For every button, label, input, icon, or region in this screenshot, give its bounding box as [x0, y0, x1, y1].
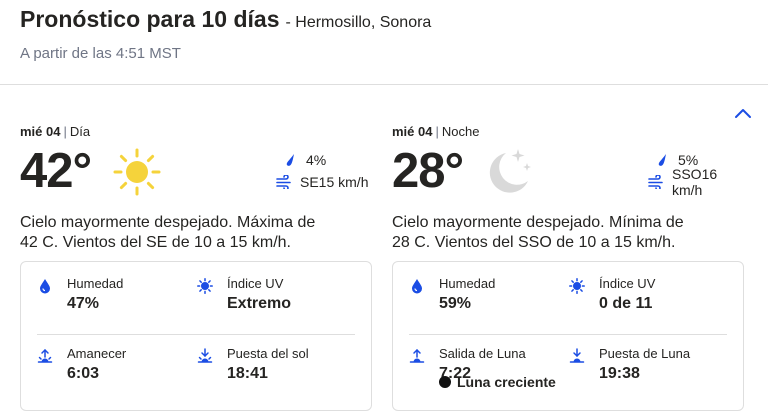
sunrise-label: Amanecer	[67, 346, 127, 361]
moon-phase-icon	[439, 376, 451, 388]
humidity-value: 47%	[67, 295, 100, 312]
sunset: Puesta del sol 18:41	[197, 346, 309, 383]
sunrise-icon	[37, 348, 53, 364]
location-label: - Hermosillo, Sonora	[285, 14, 432, 31]
humidity: Humedad 59%	[409, 276, 495, 313]
moonset-label: Puesta de Luna	[599, 346, 691, 361]
day-details-card: Humedad 47% Índice UV Extremo Amanecer 6…	[20, 261, 372, 411]
night-details-card: Humedad 59% Índice UV 0 de 11 Salida de …	[392, 261, 744, 411]
sunset-label: Puesta del sol	[227, 346, 309, 361]
forecast-description: Cielo mayormente despejado. Mínima de 28…	[392, 214, 684, 251]
moonset: Puesta de Luna 19:38	[569, 346, 690, 383]
day-forecast-panel: mié 04 | Día 42° 4% SE15 km/h Cielo mayo…	[20, 124, 372, 411]
sunrise: Amanecer 6:03	[37, 346, 126, 383]
raindrop-icon	[282, 152, 298, 168]
moonset-icon	[569, 348, 585, 364]
humidity-label: Humedad	[439, 276, 496, 291]
chevron-up-icon[interactable]	[734, 106, 752, 120]
daypart-label: mié 04 | Noche	[392, 124, 480, 139]
daypart-date: mié 04	[392, 124, 433, 139]
uv-index: Índice UV 0 de 11	[569, 276, 655, 313]
card-divider	[409, 334, 727, 335]
uv-value: 0 de 11	[599, 295, 653, 312]
precip-value: 4%	[306, 152, 327, 168]
wind: SSO16 km/h	[648, 166, 744, 198]
uv-sun-icon	[569, 278, 585, 294]
uv-label: Índice UV	[599, 276, 656, 291]
temperature: 28°	[392, 144, 464, 198]
uv-index: Índice UV Extremo	[197, 276, 291, 313]
moonrise-icon	[409, 348, 425, 364]
sunset-value: 18:41	[227, 365, 268, 382]
humidity-drop-icon	[37, 278, 53, 294]
wind-icon	[648, 174, 664, 190]
wind-icon	[276, 174, 292, 190]
uv-sun-icon	[197, 278, 213, 294]
sun-icon	[113, 148, 161, 196]
forecast-description: Cielo mayormente despejado. Máxima de 42…	[20, 214, 316, 251]
sunset-icon	[197, 348, 213, 364]
wind-value: SSO16 km/h	[672, 166, 718, 198]
humidity-drop-icon	[409, 278, 425, 294]
card-divider	[37, 334, 355, 335]
night-forecast-panel: mié 04 | Noche 28° 5% SSO16 km/h Cielo may…	[392, 124, 744, 411]
temperature: 42°	[20, 144, 92, 198]
moonset-value: 19:38	[599, 365, 640, 382]
uv-label: Índice UV	[227, 276, 284, 291]
page-title: Pronóstico para 10 días	[20, 6, 280, 32]
forecast-header: Pronóstico para 10 días - Hermosillo, So…	[20, 6, 431, 62]
updated-timestamp: A partir de las 4:51 MST	[20, 45, 181, 62]
moon-phase: Luna creciente	[439, 374, 556, 390]
moon-phase-label: Luna creciente	[457, 374, 556, 390]
wind: SE15 km/h	[276, 171, 372, 193]
wind-value: SE15 km/h	[300, 174, 369, 190]
daypart-date: mié 04	[20, 124, 61, 139]
header-divider	[0, 84, 768, 85]
humidity-value: 59%	[439, 295, 472, 312]
precip-wind-stats: 4% SE15 km/h	[276, 149, 372, 193]
moonrise-label: Salida de Luna	[439, 346, 526, 361]
moon-stars-icon	[489, 149, 531, 193]
uv-value: Extremo	[227, 295, 292, 312]
humidity: Humedad 47%	[37, 276, 123, 313]
precip-chance: 4%	[276, 149, 372, 171]
sunrise-value: 6:03	[67, 365, 100, 382]
daypart-name: Día	[69, 124, 91, 139]
precip-wind-stats: 5% SSO16 km/h	[648, 149, 744, 198]
daypart-label: mié 04 | Día	[20, 124, 91, 139]
humidity-label: Humedad	[67, 276, 124, 291]
raindrop-icon	[654, 152, 670, 168]
daypart-name: Noche	[441, 124, 480, 139]
